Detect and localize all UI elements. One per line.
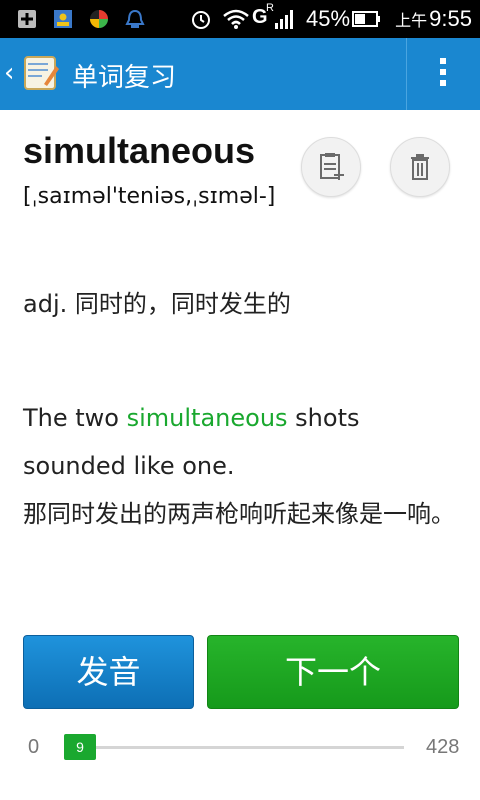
phonetic-transcription: [ˌsaɪməl'teniəs,ˌsɪməl-] xyxy=(23,184,276,209)
delete-word-button[interactable] xyxy=(390,137,450,197)
wifi-icon xyxy=(223,9,249,29)
battery-percent: 45% xyxy=(306,6,351,31)
contact-card-icon xyxy=(54,10,72,28)
progress-thumb[interactable]: 9 xyxy=(64,734,96,760)
progress-min: 0 xyxy=(28,736,40,758)
progress-max: 428 xyxy=(426,736,460,758)
note-add-icon xyxy=(320,153,344,180)
add-to-notebook-button[interactable] xyxy=(301,137,361,197)
battery-icon xyxy=(352,11,380,27)
app-title: 单词复习 xyxy=(72,63,177,93)
status-bar: G R 45% 上午9:55 xyxy=(0,0,480,38)
back-chevron-icon[interactable]: ‹ xyxy=(4,58,14,88)
example-text-pre: The two xyxy=(23,404,127,432)
signal-strength-icon xyxy=(275,10,293,29)
pronounce-button[interactable]: 发音 xyxy=(23,635,194,709)
add-box-icon xyxy=(18,10,36,28)
overflow-menu-icon[interactable] xyxy=(432,58,454,90)
notepad-icon[interactable] xyxy=(22,54,60,92)
alarm-clock-icon xyxy=(192,11,210,29)
example-highlight: simultaneous xyxy=(126,404,288,432)
clock: 上午9:55 xyxy=(395,6,472,31)
trash-icon xyxy=(411,154,429,180)
example-translation: 那同时发出的两声枪响听起来像是一响。 xyxy=(23,500,455,528)
word-meaning: adj. 同时的，同时发生的 xyxy=(23,290,291,318)
progress-track[interactable] xyxy=(64,746,404,749)
example-sentence: The two simultaneous shots sounded like … xyxy=(23,394,463,538)
headword: simultaneous xyxy=(23,130,256,171)
notification-app-icon xyxy=(125,9,145,28)
appbar-divider xyxy=(406,38,407,110)
next-word-button[interactable]: 下一个 xyxy=(207,635,459,709)
security-app-icon xyxy=(90,10,108,28)
app-bar: ‹ 单词复习 xyxy=(0,38,480,110)
network-roaming: R xyxy=(266,2,274,14)
